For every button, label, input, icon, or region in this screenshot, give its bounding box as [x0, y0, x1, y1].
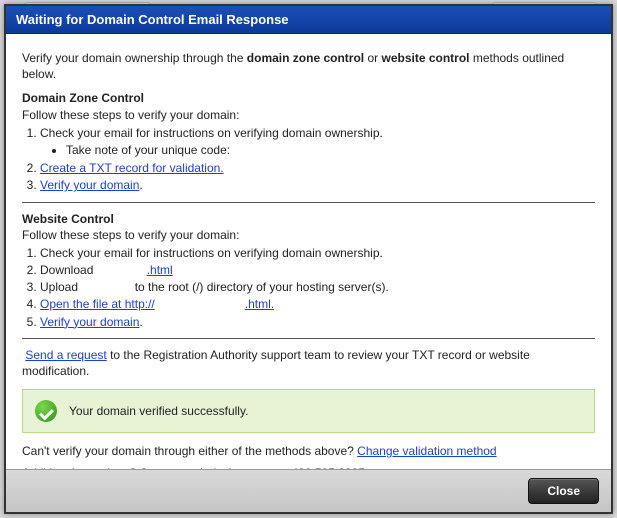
success-text: Your domain verified successfully. — [69, 403, 248, 419]
verify-domain-link-2[interactable]: Verify your domain — [40, 315, 139, 329]
web-step-3: Upload to the root (/) directory of your… — [40, 279, 595, 295]
dialog-footer: Close — [6, 469, 611, 512]
cant-pre: Can't verify your domain through either … — [22, 444, 357, 458]
success-box: Your domain verified successfully. — [22, 389, 595, 433]
verify-domain-link-1[interactable]: Verify your domain — [40, 178, 139, 192]
zone-step-1-text: Check your email for instructions on ver… — [40, 126, 383, 140]
zone-step-3-dot: . — [139, 178, 142, 192]
intro-text: Verify your domain ownership through the… — [22, 50, 595, 82]
create-txt-link[interactable]: Create a TXT record for validation. — [40, 161, 224, 175]
download-html-link[interactable]: .html — [147, 263, 173, 277]
zone-step-1: Check your email for instructions on ver… — [40, 125, 595, 158]
close-button[interactable]: Close — [528, 478, 599, 504]
web-lead: Follow these steps to verify your domain… — [22, 227, 595, 243]
zone-lead: Follow these steps to verify your domain… — [22, 107, 595, 123]
dialog-content: Verify your domain ownership through the… — [6, 34, 611, 469]
web-step-5-dot: . — [139, 315, 142, 329]
web-step-1: Check your email for instructions on ver… — [40, 245, 595, 261]
web-heading: Website Control — [22, 211, 595, 227]
send-request-link[interactable]: Send a request — [25, 348, 106, 362]
web-s3-pre: Upload — [40, 280, 81, 294]
intro-b1: domain zone control — [247, 51, 364, 65]
open-file-link[interactable]: Open the file at http:// .html. — [40, 297, 274, 311]
change-validation-link[interactable]: Change validation method — [357, 444, 496, 458]
divider-2 — [22, 338, 595, 339]
zone-step-2: Create a TXT record for validation. — [40, 160, 595, 176]
cant-verify-text: Can't verify your domain through either … — [22, 443, 595, 459]
dialog-title: Waiting for Domain Control Email Respons… — [6, 6, 611, 34]
dialog: Waiting for Domain Control Email Respons… — [4, 4, 613, 514]
intro-pre: Verify your domain ownership through the — [22, 51, 247, 65]
web-s4-b: .html. — [245, 297, 274, 311]
web-s3-post: to the root (/) directory of your hostin… — [131, 280, 388, 294]
zone-steps: Check your email for instructions on ver… — [22, 125, 595, 194]
check-circle-icon — [35, 400, 57, 422]
zone-step-3: Verify your domain. — [40, 177, 595, 193]
web-step-2: Download .html — [40, 262, 595, 278]
divider-1 — [22, 202, 595, 203]
web-s4-a: Open the file at http:// — [40, 297, 155, 311]
web-s2-pre: Download — [40, 263, 97, 277]
zone-step-1-sub: Take note of your unique code: — [66, 142, 595, 158]
web-steps: Check your email for instructions on ver… — [22, 245, 595, 330]
review-text: Send a request to the Registration Autho… — [22, 347, 595, 379]
zone-heading: Domain Zone Control — [22, 90, 595, 106]
web-step-4: Open the file at http:// .html. — [40, 296, 595, 312]
web-step-5: Verify your domain. — [40, 314, 595, 330]
intro-mid: or — [364, 51, 381, 65]
intro-b2: website control — [381, 51, 469, 65]
